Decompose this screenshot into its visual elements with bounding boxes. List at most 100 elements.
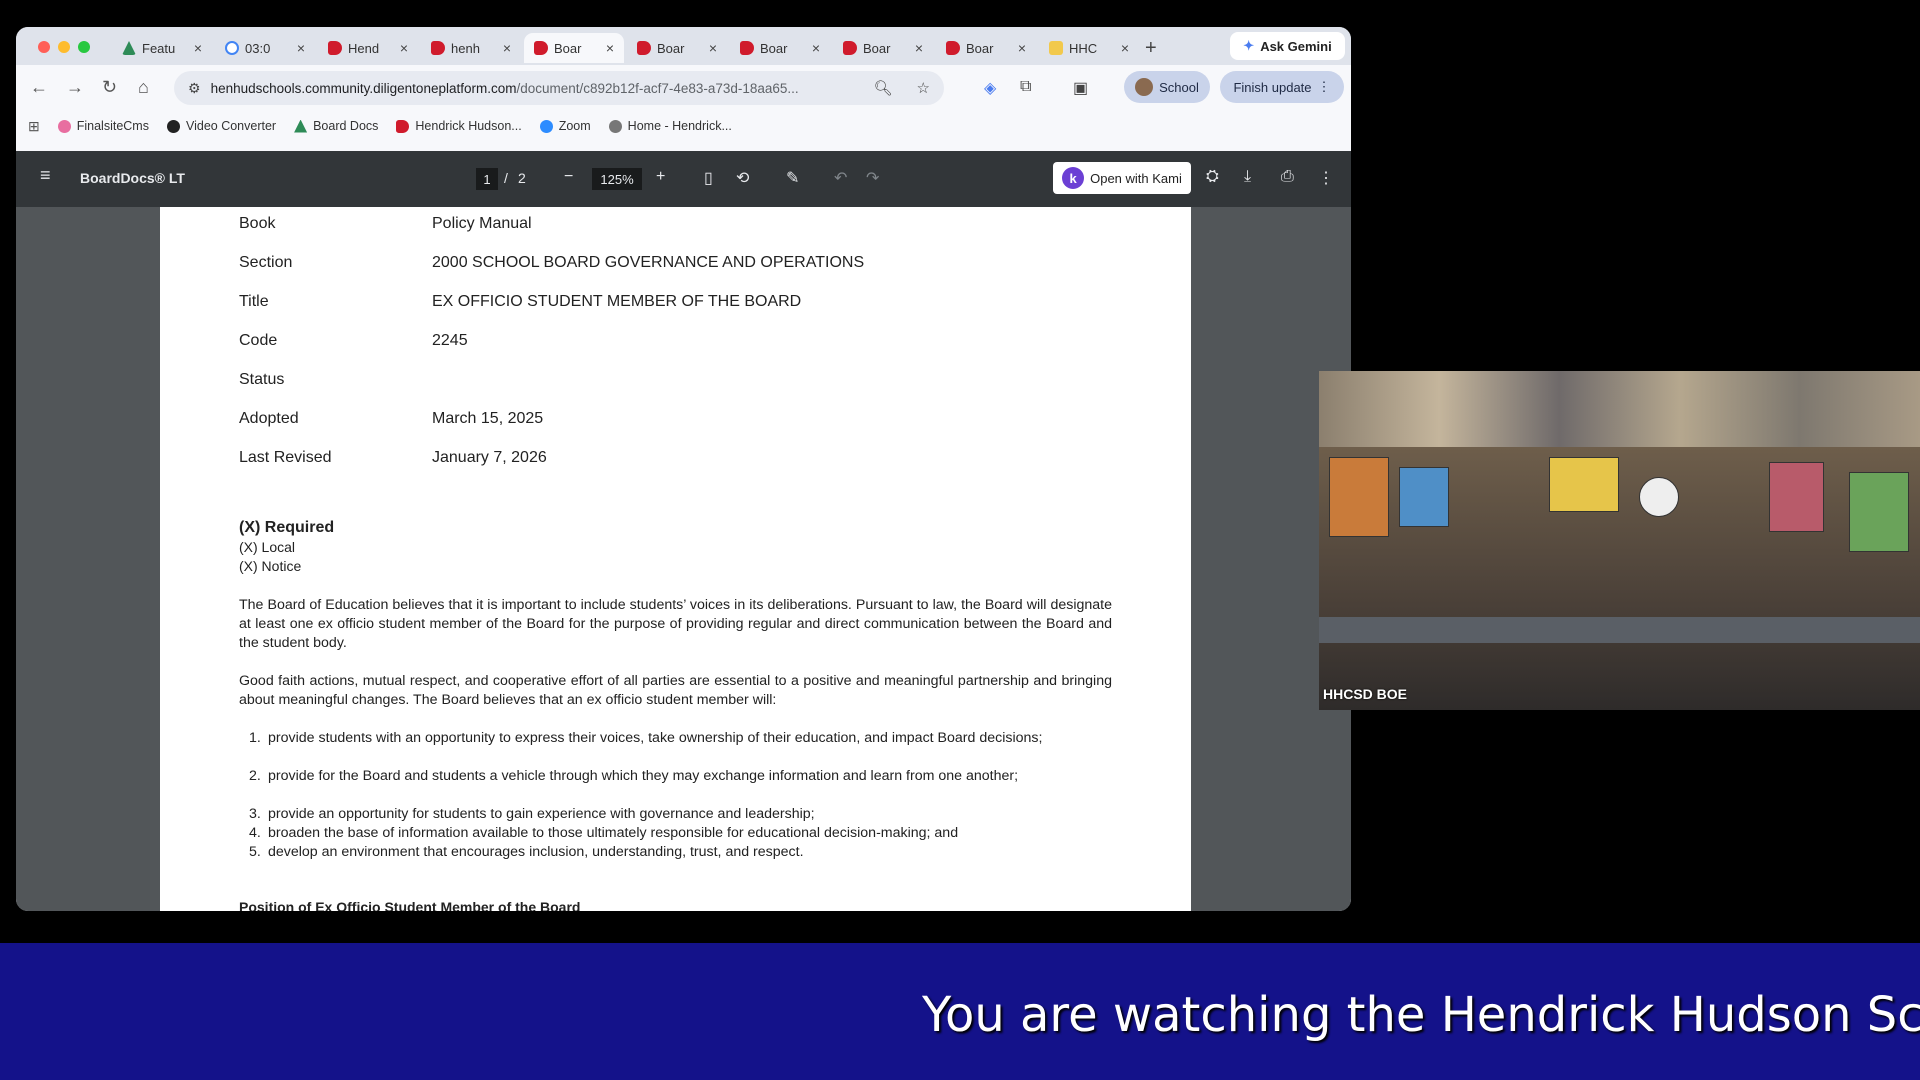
tab-label: Boar [760,40,788,56]
new-tab-button[interactable]: + [1145,37,1157,60]
board-docs-icon [294,119,308,133]
bookmark-home-hendrick[interactable]: Home - Hendrick... [608,119,732,133]
tab-close-icon[interactable]: × [709,40,717,56]
bookmark-label: Zoom [558,119,591,133]
tab-label: Featu [142,40,176,56]
minimize-window-button[interactable] [58,41,70,53]
google-icon [225,41,239,55]
forward-arrow-icon[interactable]: → [66,77,84,98]
window-controls [38,41,90,53]
tab-close-icon[interactable]: × [915,40,923,56]
ask-gemini-button[interactable]: ✦ Ask Gemini [1230,32,1345,60]
meta-label: Code [239,332,278,349]
tab-close-icon[interactable]: × [812,40,820,56]
tab-close-icon[interactable]: × [1018,40,1026,56]
bookmark-label: FinalsiteCms [76,119,149,133]
zoom-in-icon[interactable]: + [656,168,665,186]
tab-4[interactable]: Boar × [524,33,624,63]
tab-9[interactable]: HHC × [1039,33,1139,63]
bookmark-video-converter[interactable]: Video Converter [166,119,276,133]
profile-button[interactable]: School [1124,71,1210,103]
maximize-window-button[interactable] [78,41,90,53]
meta-value: EX OFFICIO STUDENT MEMBER OF THE BOARD [432,293,802,310]
extension-icon[interactable]: ◈ [984,78,996,98]
tab-8[interactable]: Boar × [936,33,1036,63]
list-item: 2. provide for the Board and students a v… [249,767,1112,786]
site-settings-icon[interactable]: ⚙ [188,80,201,97]
tab-label: HHC [1069,40,1098,56]
list-item: 5. develop an environment that encourages… [249,843,1112,862]
open-with-kami-button[interactable]: k Open with Kami [1053,162,1191,194]
boarddocs-icon [328,41,342,55]
print-icon[interactable]: ⎙ [1281,168,1294,186]
bookmark-finalsitecms[interactable]: FinalsiteCms [57,119,149,133]
home-icon[interactable]: ⌂ [138,77,149,98]
tab-6[interactable]: Boar × [730,33,830,63]
reload-icon[interactable]: ↻ [102,77,117,98]
zoom-level-input[interactable]: 125% [592,168,642,190]
boarddocs-icon [534,41,548,55]
back-arrow-icon[interactable]: ← [30,77,48,98]
tab-label: 03:0 [245,40,271,56]
tab-1[interactable]: 03:0 × [215,33,315,63]
meta-label: Adopted [239,410,299,427]
meta-value: 2000 SCHOOL BOARD GOVERNANCE AND OPERATI… [432,254,865,271]
ask-gemini-label: Ask Gemini [1260,38,1332,54]
page-number-input[interactable]: 1 [476,168,498,190]
save-drive-icon[interactable]: ⛭ [1206,168,1219,186]
tab-label: Hend [348,40,380,56]
tab-7[interactable]: Boar × [833,33,933,63]
meta-label: Title [239,293,269,310]
meta-label: Status [239,371,285,388]
tab-2[interactable]: Hend × [318,33,418,63]
close-window-button[interactable] [38,41,50,53]
fit-page-icon[interactable]: ▯ [704,168,713,188]
required-heading: (X) Required [239,519,335,536]
video-converter-icon [166,119,180,133]
kami-logo-icon: k [1062,167,1085,189]
zoom-out-icon[interactable]: − [564,168,573,186]
download-icon[interactable]: ⤓ [1244,168,1251,186]
bookmark-zoom[interactable]: Zoom [539,119,591,133]
page-total: 2 [518,170,526,186]
zoom-magnifier-icon[interactable]: 🔍︎ [874,79,893,97]
tab-3[interactable]: henh × [421,33,521,63]
cast-icon[interactable]: ▣ [1073,78,1088,98]
tab-close-icon[interactable]: × [400,40,408,56]
tab-close-icon[interactable]: × [503,40,511,56]
annotate-pen-icon[interactable]: ✎ [786,168,799,188]
pdf-viewer: Book Policy Manual Section 2000 SCHOOL BOAR… [16,207,1351,911]
apps-grid-icon[interactable]: ⊞ [28,118,40,135]
extensions-puzzle-icon[interactable]: ⧉ [1020,78,1031,96]
meta-value: January 7, 2026 [432,449,547,466]
more-options-icon[interactable]: ⋮ [1318,168,1334,188]
list-item: 4. broaden the base of information availa… [249,824,1112,843]
tab-label: Boar [554,40,582,56]
tab-close-icon[interactable]: × [1121,40,1129,56]
finish-update-label: Finish update [1233,79,1312,95]
toolbar-spacer [16,141,1351,151]
list-text: broaden the base of information availabl… [268,825,959,841]
tab-close-icon[interactable]: × [194,40,202,56]
finish-update-button[interactable]: Finish update ⋮ [1220,71,1344,103]
local-marker: (X) Local [239,539,296,555]
boarddocs-icon [843,41,857,55]
tab-close-icon[interactable]: × [606,40,614,56]
list-text: provide students with an opportunity to … [268,730,1043,746]
undo-icon[interactable]: ↶ [834,168,847,188]
finalsite-icon [57,119,71,133]
bookmark-star-icon[interactable]: ☆ [917,79,930,97]
address-bar[interactable]: ⚙ henhudschools.community.diligentonepla… [174,71,944,105]
rotate-icon[interactable]: ⟲ [736,168,749,188]
more-vert-icon: ⋮ [1317,79,1331,94]
bookmark-hendrick-hudson[interactable]: Hendrick Hudson... [396,119,522,133]
redo-icon[interactable]: ↷ [866,168,879,188]
tab-close-icon[interactable]: × [297,40,305,56]
tab-label: henh [451,40,480,56]
tab-5[interactable]: Boar × [627,33,727,63]
meeting-room-view [1319,447,1920,710]
panorama-strip [1319,371,1920,447]
menu-icon[interactable]: ≡ [40,165,51,186]
bookmark-board-docs[interactable]: Board Docs [294,119,378,133]
tab-0[interactable]: Featu × [112,33,212,63]
